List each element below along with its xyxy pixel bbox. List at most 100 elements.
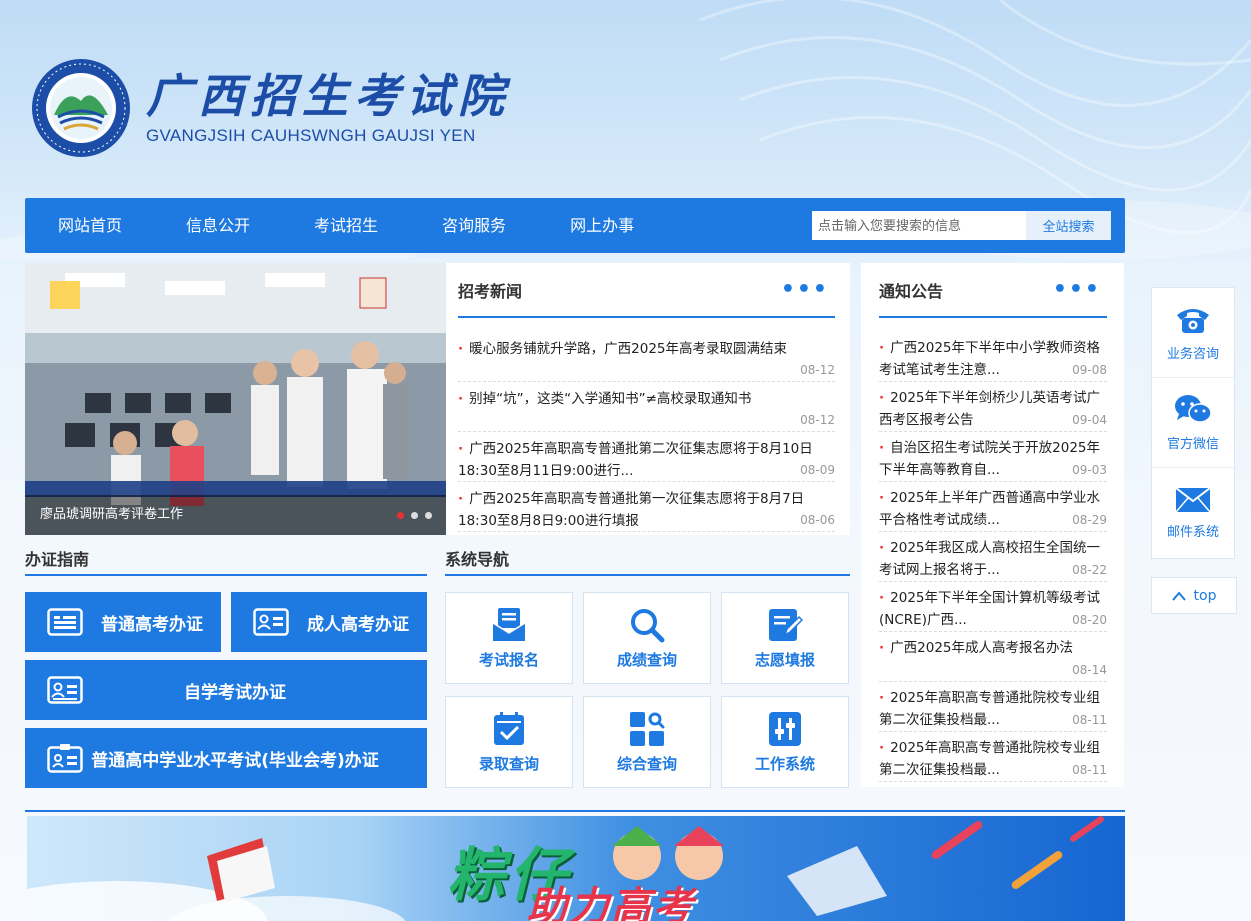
notice-date: 09-03	[1072, 463, 1107, 477]
news-panel-title: 招考新闻	[458, 281, 523, 301]
comprehensive-query-label: 综合查询	[616, 754, 677, 773]
back-to-top-button[interactable]: top	[1151, 577, 1237, 614]
list-item[interactable]: 别掉“坑”，这类“入学通知书”≠高校录取通知书 08-12	[458, 382, 835, 432]
site-title: 广西招生考试院 GVANGJSIH CAUHSWNGH GAUJSI YEN	[146, 70, 510, 146]
list-item[interactable]: 2025年上半年广西普通高中学业水平合格性考试成绩... 08-29	[879, 482, 1107, 532]
nav-exam-admission[interactable]: 考试招生	[282, 198, 410, 253]
score-query-label: 成绩查询	[616, 650, 677, 669]
search-box: 全站搜索	[812, 211, 1111, 240]
notice-more-icon[interactable]: •••	[1053, 278, 1107, 300]
nav-online-service[interactable]: 网上办事	[538, 198, 666, 253]
nav-home[interactable]: 网站首页	[25, 198, 154, 253]
application-fill-label: 志愿填报	[754, 650, 815, 669]
notice-title[interactable]: 广西2025年成人高考报名办法	[879, 637, 1107, 659]
sidebar-item-mail[interactable]: 邮件系统	[1152, 468, 1234, 558]
list-item[interactable]: 广西2025年高职高专普通批第一次征集志愿将于8月7日18:30至8月8日9:0…	[458, 482, 835, 532]
main-nav: 网站首页 信息公开 考试招生 咨询服务 网上办事 全站搜索	[25, 198, 1125, 253]
work-system-label: 工作系统	[754, 754, 815, 773]
notice-panel-title: 通知公告	[879, 281, 944, 301]
news-carousel[interactable]: 廖品琥调研高考评卷工作	[25, 263, 446, 535]
id-card-icon	[253, 608, 289, 636]
notice-date: 09-04	[1072, 413, 1107, 427]
edit-document-icon	[769, 608, 803, 641]
phone-icon	[1177, 309, 1209, 333]
sidebar-item-consult-label: 业务咨询	[1166, 347, 1219, 362]
adult-exam-certificate-label: 成人高考办证	[307, 614, 409, 635]
news-title[interactable]: 暖心服务铺就升学路，广西2025年高考录取圆满结束	[458, 338, 835, 360]
list-item[interactable]: 2025年高职高专普通批院校专业组第二次征集投档最... 08-11	[879, 732, 1107, 782]
nav-consult[interactable]: 咨询服务	[410, 198, 538, 253]
news-date: 08-12	[800, 413, 835, 427]
list-item[interactable]: 广西2025年成人高考报名办法 08-14	[879, 632, 1107, 682]
news-more-icon[interactable]: •••	[781, 278, 835, 300]
exam-registration-label: 考试报名	[478, 650, 539, 669]
sliders-icon	[769, 711, 801, 746]
search-button[interactable]: 全站搜索	[1026, 211, 1111, 240]
news-date: 08-09	[800, 463, 835, 477]
list-item[interactable]: 2025年高职高专普通批院校专业组第二次征集投档最... 08-11	[879, 682, 1107, 732]
chevron-up-icon	[1171, 590, 1186, 601]
news-title[interactable]: 别掉“坑”，这类“入学通知书”≠高校录取通知书	[458, 388, 835, 410]
carousel-dot-1[interactable]	[397, 512, 404, 519]
score-query-tile[interactable]: 成绩查询	[583, 592, 711, 684]
comprehensive-query-tile[interactable]: 综合查询	[583, 696, 711, 788]
admission-query-label: 录取查询	[478, 754, 539, 773]
admission-query-tile[interactable]: 录取查询	[445, 696, 573, 788]
list-item[interactable]: 2025年下半年剑桥少儿英语考试广西考区报考公告 09-04	[879, 382, 1107, 432]
adult-exam-certificate-button[interactable]: 成人高考办证	[231, 592, 427, 652]
search-input[interactable]	[812, 211, 1026, 240]
id-card-icon	[47, 676, 83, 704]
carousel-dots	[397, 512, 432, 519]
academic-proficiency-certificate-button[interactable]: 普通高中学业水平考试(毕业会考)办证	[25, 728, 427, 788]
site-header: 广西招生考试院 GVANGJSIH CAUHSWNGH GAUJSI YEN	[30, 58, 510, 158]
calendar-check-icon	[494, 711, 524, 745]
carousel-dot-2[interactable]	[411, 512, 418, 519]
badge-card-icon	[47, 744, 83, 773]
carousel-dot-3[interactable]	[425, 512, 432, 519]
self-study-certificate-label: 自学考试办证	[184, 682, 286, 703]
nav-info-public[interactable]: 信息公开	[154, 198, 282, 253]
list-item[interactable]: 暖心服务铺就升学路，广西2025年高考录取圆满结束 08-12	[458, 332, 835, 382]
sidebar-item-consult[interactable]: 业务咨询	[1152, 288, 1234, 378]
notice-list: 广西2025年下半年中小学教师资格考试笔试考生注意... 09-08 2025年…	[879, 332, 1107, 782]
site-title-cn: 广西招生考试院	[146, 69, 510, 123]
system-nav-section-title: 系统导航	[445, 546, 850, 576]
search-icon	[631, 608, 665, 642]
carousel-caption[interactable]: 廖品琥调研高考评卷工作	[25, 495, 446, 535]
sidebar-item-wechat[interactable]: 官方微信	[1152, 378, 1234, 468]
gaokao-certificate-button[interactable]: 普通高考办证	[25, 592, 221, 652]
news-title[interactable]: 广西2025年高职高专普通批第二次征集志愿将于8月10日18:30至8月11日9…	[458, 438, 835, 482]
list-item[interactable]: 2025年我区成人高校招生全国统一考试网上报名将于... 08-22	[879, 532, 1107, 582]
notice-panel-header: 通知公告 •••	[879, 263, 1107, 318]
notice-date: 08-14	[1072, 663, 1107, 677]
news-panel: 招考新闻 ••• 暖心服务铺就升学路，广西2025年高考录取圆满结束 08-12…	[446, 263, 850, 535]
logo-seal-icon[interactable]	[30, 57, 132, 159]
list-item[interactable]: 自治区招生考试院关于开放2025年下半年高等教育自... 09-03	[879, 432, 1107, 482]
notice-date: 08-22	[1072, 563, 1107, 577]
list-item[interactable]: 2025年下半年全国计算机等级考试(NCRE)广西... 08-20	[879, 582, 1107, 632]
news-date: 08-12	[800, 363, 835, 377]
self-study-certificate-button[interactable]: 自学考试办证	[25, 660, 427, 720]
promo-banner[interactable]: 粽仔 助力高考	[27, 816, 1125, 921]
guide-section-title: 办证指南	[25, 546, 427, 576]
notice-date: 08-11	[1072, 763, 1107, 777]
list-item[interactable]: 广西2025年下半年中小学教师资格考试笔试考生注意... 09-08	[879, 332, 1107, 382]
gaokao-certificate-label: 普通高考办证	[101, 614, 203, 635]
notice-date: 09-08	[1072, 363, 1107, 377]
exam-registration-tile[interactable]: 考试报名	[445, 592, 573, 684]
mail-icon	[1175, 486, 1211, 512]
notice-panel: 通知公告 ••• 广西2025年下半年中小学教师资格考试笔试考生注意... 09…	[861, 263, 1124, 787]
notice-date: 08-11	[1072, 713, 1107, 727]
right-sidebar: 业务咨询 官方微信 邮件系统	[1151, 287, 1235, 559]
notice-date: 08-29	[1072, 513, 1107, 527]
grid-search-icon	[630, 711, 665, 746]
list-item[interactable]: 广西2025年高职高专普通批第二次征集志愿将于8月10日18:30至8月11日9…	[458, 432, 835, 482]
news-title[interactable]: 广西2025年高职高专普通批第一次征集志愿将于8月7日18:30至8月8日9:0…	[458, 488, 835, 532]
application-fill-tile[interactable]: 志愿填报	[721, 592, 849, 684]
envelope-inbox-icon	[492, 607, 526, 641]
wechat-icon	[1175, 395, 1212, 423]
banner-divider	[25, 810, 1125, 812]
work-system-tile[interactable]: 工作系统	[721, 696, 849, 788]
back-to-top-label: top	[1193, 587, 1217, 604]
notice-date: 08-20	[1072, 613, 1107, 627]
